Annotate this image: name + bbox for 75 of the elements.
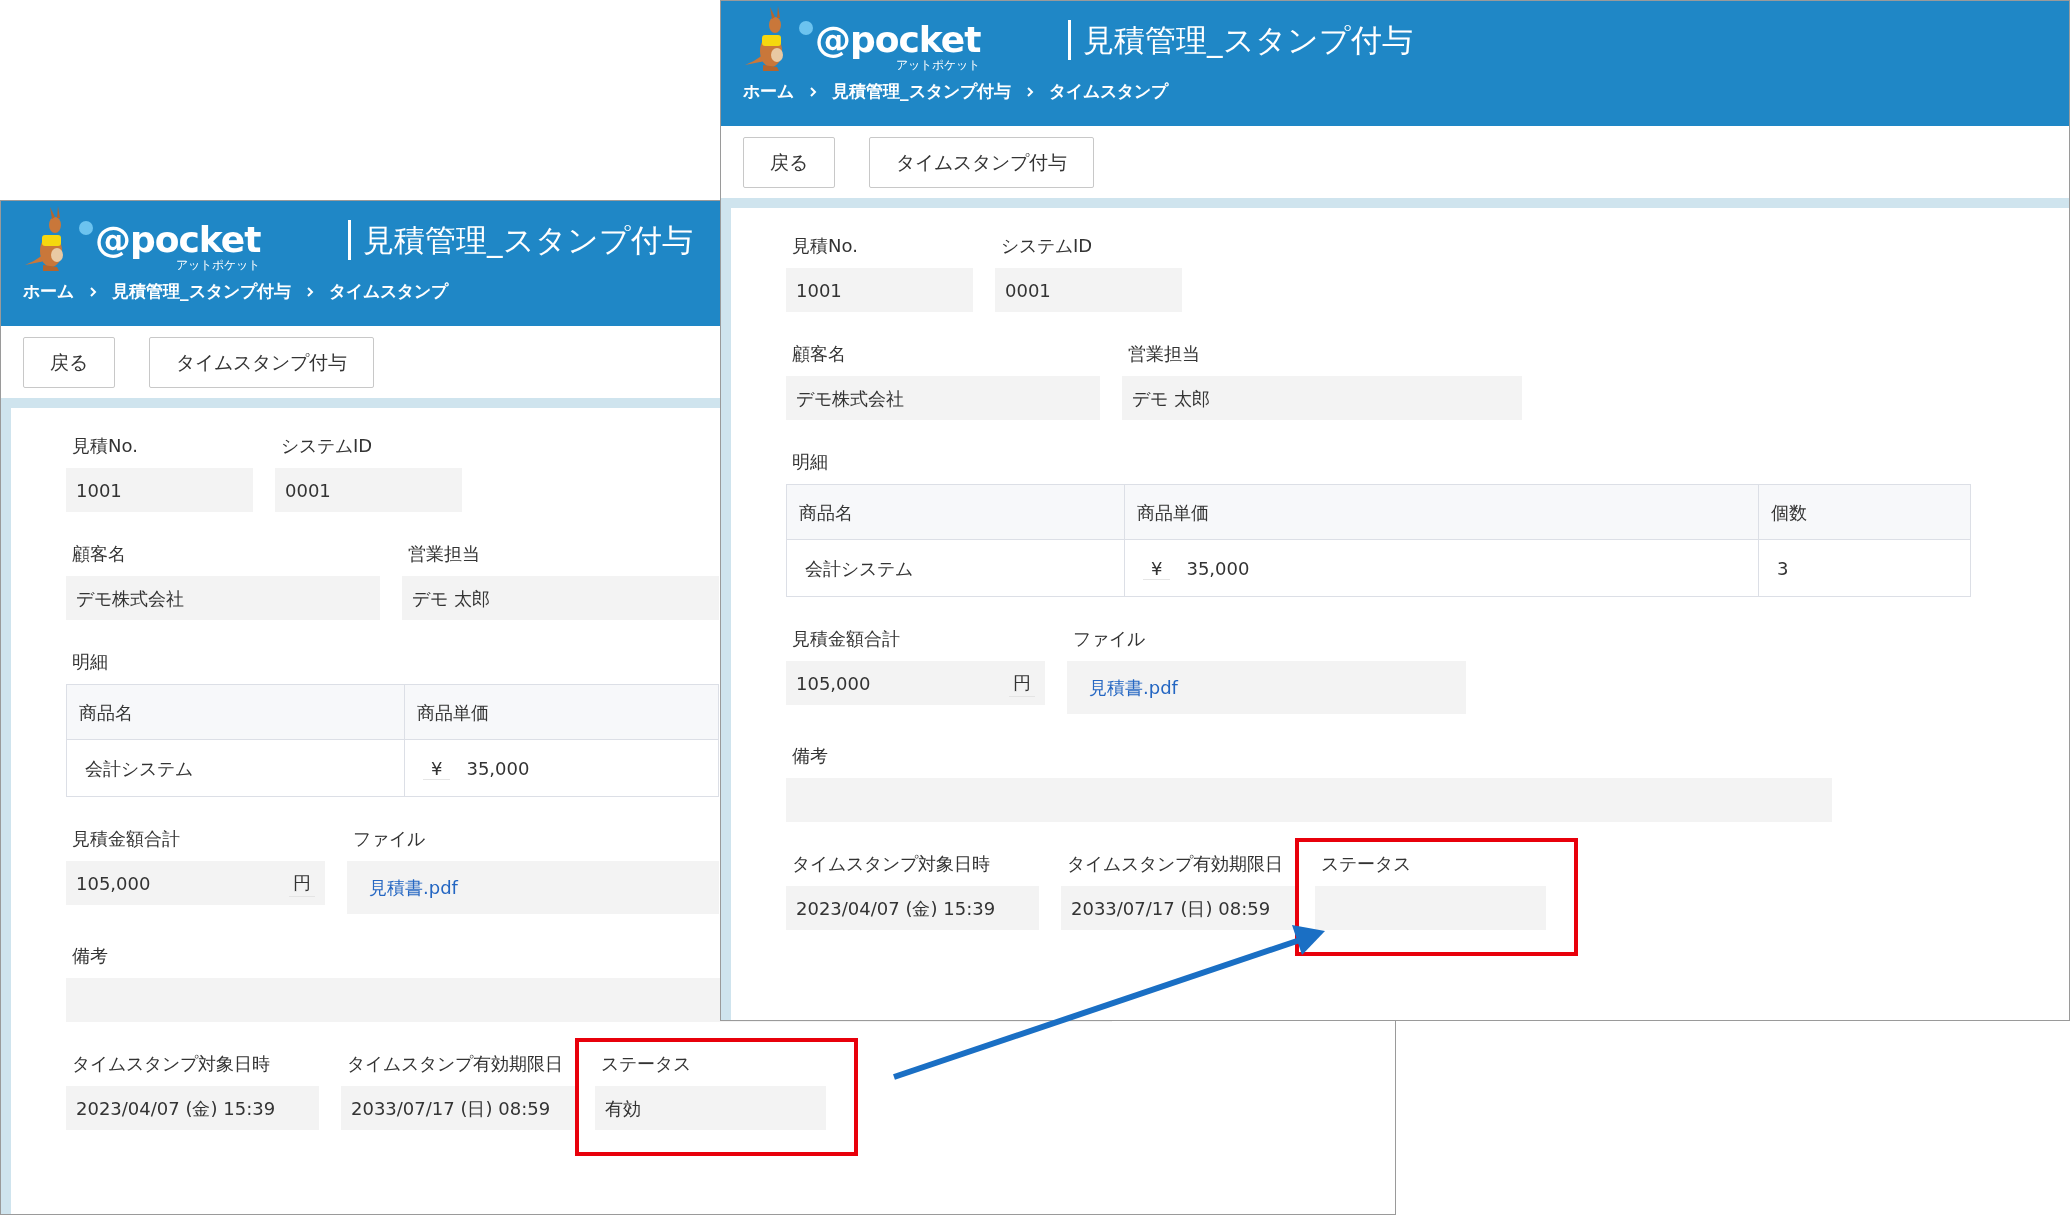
value-field: 2033/07/17 (日) 08:59 [1061,886,1295,930]
column-header: 個数 [1758,484,1971,540]
bubble-icon [799,21,813,35]
brand-subtitle: アットポケット [896,59,981,71]
breadcrumb-link[interactable]: タイムスタンプ [328,279,448,305]
toolbar-button[interactable]: タイムスタンプ付与 [149,336,374,388]
brand-name: @pocket [95,222,261,258]
field-label: 明細 [72,650,109,674]
table-cell: 会計システム [66,739,405,797]
toolbar-button[interactable]: タイムスタンプ付与 [869,136,1094,188]
field-label: システムID [1001,234,1094,258]
field-label: タイムスタンプ有効期限日 [1067,852,1284,876]
chevron-icon [88,285,98,298]
field-label: 見積金額合計 [72,827,181,851]
field-label: 営業担当 [408,542,481,566]
value-field: 有効 [595,1086,826,1130]
toolbar-button[interactable]: 戻る [743,136,835,188]
file-link[interactable]: 見積書.pdf [1089,674,1178,701]
amount-text: 105,000 [796,671,871,696]
column-header: 商品単価 [404,684,719,740]
breadcrumb-link[interactable]: ホーム [23,279,74,305]
file-link[interactable]: 見積書.pdf [369,874,458,901]
toolbar-button[interactable]: 戻る [23,336,115,388]
value-field: 2023/04/07 (金) 15:39 [66,1086,319,1130]
column-header: 商品単価 [1124,484,1759,540]
field-label: 顧客名 [72,542,127,566]
field-label: 見積No. [72,434,139,458]
chevron-icon [304,285,315,298]
value-field: 2023/04/07 (金) 15:39 [786,886,1039,930]
breadcrumb-link[interactable]: 見積管理_スタンプ付与 [112,279,291,305]
value-field: デモ 太郎 [402,576,719,620]
field-label: 顧客名 [792,342,847,366]
breadcrumb-link[interactable]: ホーム [743,79,794,105]
column-header: 商品名 [786,484,1125,540]
field-label: 営業担当 [1128,342,1201,366]
value-field: 0001 [995,268,1182,312]
field-label: タイムスタンプ対象日時 [792,852,991,876]
field-label: 備考 [792,744,829,768]
value-field: デモ株式会社 [786,376,1100,420]
value-field: デモ 太郎 [1122,376,1522,420]
table-cell: 会計システム [786,539,1125,597]
brand-subtitle: アットポケット [176,259,261,271]
page-title: 見積管理_スタンプ付与 [363,220,693,260]
field-label: ステータス [601,1052,692,1076]
field-label: タイムスタンプ有効期限日 [347,1052,564,1076]
value-field: 2033/07/17 (日) 08:59 [341,1086,575,1130]
table-cell: 3 [1758,539,1971,597]
page-title: 見積管理_スタンプ付与 [1083,20,1413,60]
breadcrumb-link[interactable]: タイムスタンプ [1048,79,1168,105]
amount-text: 35,000 [466,757,530,779]
currency-sign: ¥ [423,757,451,780]
breadcrumb-link[interactable]: 見積管理_スタンプ付与 [832,79,1011,105]
field-label: 見積No. [792,234,859,258]
value-field: 0001 [275,468,462,512]
chevron-icon [1024,85,1035,98]
field-label: タイムスタンプ対象日時 [72,1052,271,1076]
column-header: 商品名 [66,684,405,740]
field-label: ファイル [1073,627,1146,651]
amount-text: 35,000 [1186,557,1250,579]
field-label: 明細 [792,450,829,474]
field-label: 見積金額合計 [792,627,901,651]
field-label: 備考 [72,944,109,968]
field-label: ステータス [1321,852,1412,876]
value-field: 1001 [786,268,973,312]
unit-text: 円 [289,869,315,897]
chevron-icon [808,85,818,98]
bubble-icon [79,221,93,235]
value-field: デモ株式会社 [66,576,380,620]
unit-text: 円 [1009,669,1035,697]
currency-sign: ¥ [1143,557,1171,580]
field-label: ファイル [353,827,426,851]
brand-name: @pocket [815,22,981,58]
amount-text: 105,000 [76,871,151,896]
value-field: 1001 [66,468,253,512]
field-label: システムID [281,434,374,458]
